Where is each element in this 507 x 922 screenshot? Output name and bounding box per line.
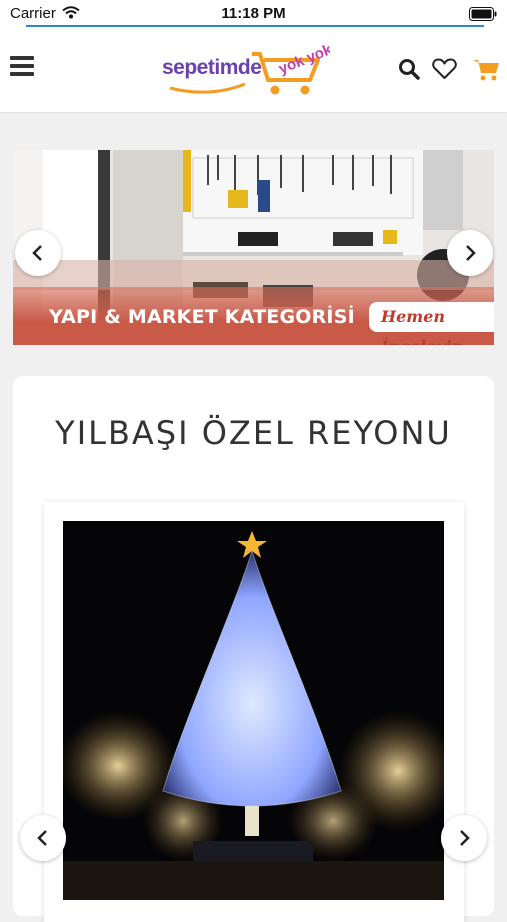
svg-text:yok yok: yok yok [276, 41, 330, 78]
product-image[interactable] [63, 521, 444, 900]
chevron-right-icon [460, 830, 470, 846]
cart-icon[interactable] [472, 58, 500, 87]
chevron-right-icon [466, 245, 476, 261]
chevron-left-icon [37, 830, 47, 846]
banner-caption: YAPI & MARKET KATEGORİSİ [49, 306, 355, 328]
status-time: 11:18 PM [221, 5, 286, 22]
christmas-tree-image [63, 521, 444, 900]
section-title: YILBAŞI ÖZEL REYONU [55, 414, 452, 452]
battery-icon [469, 7, 497, 26]
cart-logo-graphic: yok yok [169, 41, 330, 95]
progress-fill [26, 25, 484, 27]
banner-cta-button[interactable]: Hemen İnceleyin [369, 302, 494, 345]
page-load-progress [26, 25, 484, 27]
heart-icon[interactable] [432, 58, 457, 85]
logo[interactable]: sepetimde yok yok [160, 40, 330, 100]
chevron-left-icon [32, 245, 42, 261]
status-bar: Carrier 11:18 PM [0, 0, 507, 28]
app-header: sepetimde yok yok [0, 28, 507, 112]
promo-banner[interactable]: YAPI & MARKET KATEGORİSİ Hemen İnceleyin [13, 150, 494, 345]
menu-icon[interactable] [10, 56, 34, 78]
product-prev-button[interactable] [20, 815, 66, 861]
product-next-button[interactable] [441, 815, 487, 861]
banner-prev-button[interactable] [15, 230, 61, 276]
banner-next-button[interactable] [447, 230, 493, 276]
search-icon[interactable] [398, 58, 420, 85]
